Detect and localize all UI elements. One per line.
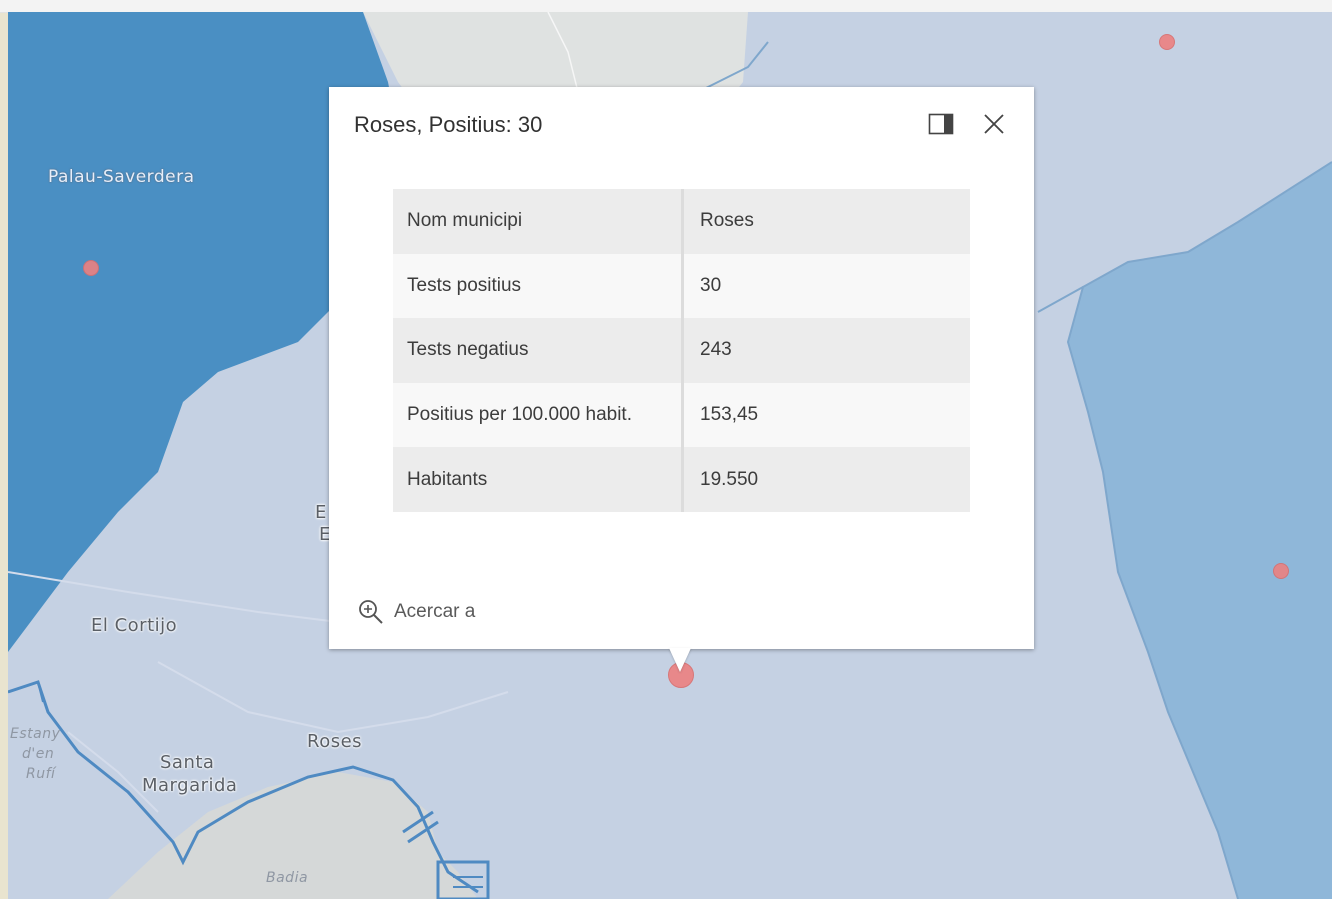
- attribute-label: Nom municipi: [393, 189, 684, 254]
- table-row: Habitants 19.550: [393, 447, 970, 512]
- attribute-label: Tests positius: [393, 253, 684, 319]
- attribute-value: 153,45: [682, 382, 970, 448]
- table-row: Nom municipi Roses: [393, 189, 970, 254]
- attribute-value: 19.550: [682, 447, 970, 512]
- dock-button[interactable]: [926, 109, 956, 139]
- attribute-label: Habitants: [393, 447, 684, 512]
- map-label-santa-margarida: Margarida: [142, 775, 238, 796]
- map-label-palau: Palau-Saverdera: [48, 167, 195, 187]
- map-label-badia: Badia: [266, 870, 309, 886]
- attribute-value: Roses: [682, 189, 970, 254]
- attribute-value: 30: [682, 253, 970, 319]
- map-point-marker[interactable]: [1273, 563, 1289, 579]
- table-row: Tests positius 30: [393, 253, 970, 319]
- map-label-estany: d'en: [22, 746, 55, 762]
- dock-panel-icon: [928, 113, 954, 135]
- map-point-marker[interactable]: [1159, 34, 1175, 50]
- popup-pointer: [669, 648, 691, 672]
- zoom-to-label: Acercar a: [394, 601, 476, 622]
- attribute-table: Nom municipi Roses Tests positius 30 Tes…: [393, 189, 970, 512]
- table-row: Positius per 100.000 habit. 153,45: [393, 382, 970, 448]
- map-label-estany: Rufí: [26, 766, 56, 782]
- map-label-partial: E: [315, 502, 327, 523]
- close-button[interactable]: [979, 109, 1009, 139]
- attribute-label: Tests negatius: [393, 318, 684, 383]
- close-icon: [984, 114, 1004, 134]
- map-point-marker[interactable]: [83, 260, 99, 276]
- attribute-label: Positius per 100.000 habit.: [393, 382, 684, 448]
- popup-title: Roses, Positius: 30: [354, 112, 543, 137]
- table-row: Tests negatius 243: [393, 318, 970, 383]
- map-label-santa-margarida: Santa: [160, 752, 215, 773]
- map-label-roses: Roses: [307, 731, 363, 752]
- map-label-el-cortijo: El Cortijo: [91, 615, 178, 636]
- attribute-value: 243: [682, 318, 970, 383]
- feature-popup: Roses, Positius: 30 Nom municipi Roses T…: [329, 87, 1034, 672]
- zoom-to-button[interactable]: Acercar a: [358, 599, 475, 625]
- map-label-estany: Estany: [10, 726, 61, 742]
- zoom-in-icon: [359, 600, 383, 624]
